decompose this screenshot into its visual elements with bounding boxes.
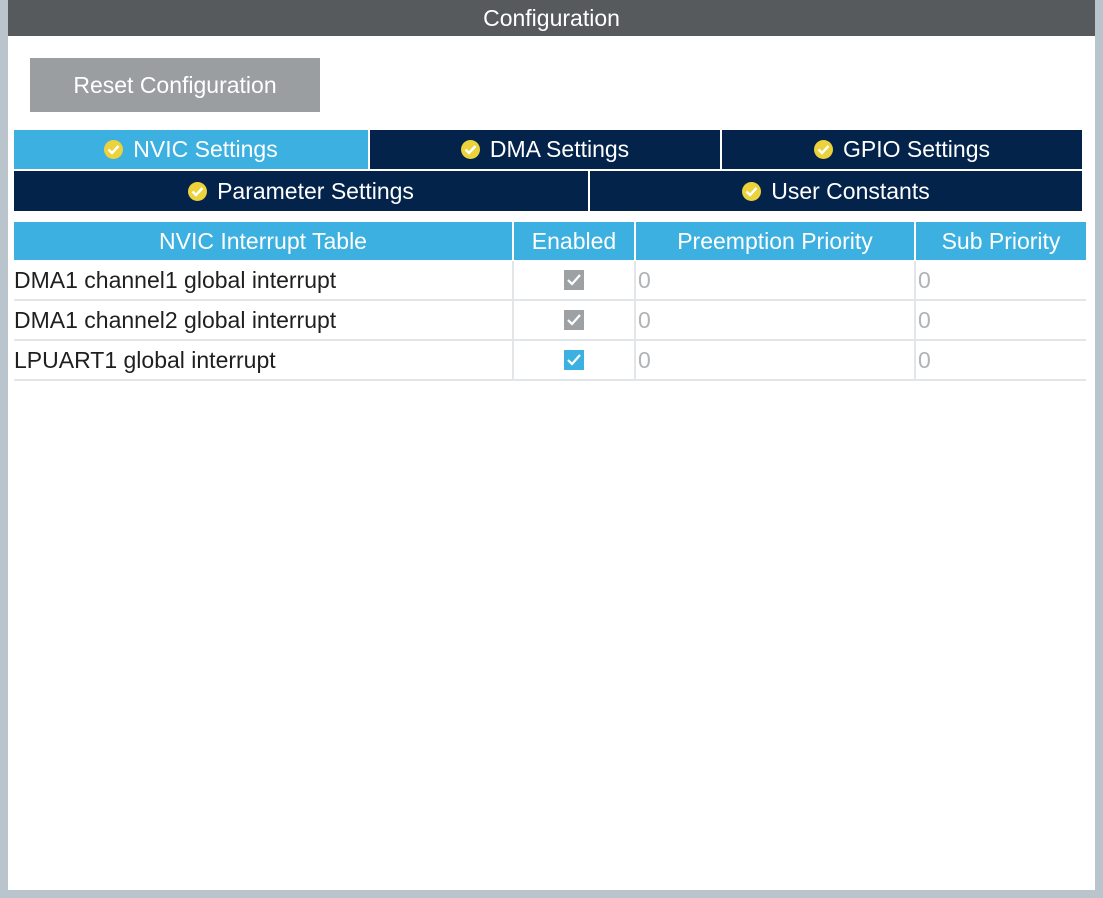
preemption-priority-value[interactable]: 0 bbox=[636, 261, 916, 299]
interrupt-name: DMA1 channel1 global interrupt bbox=[14, 261, 514, 299]
check-circle-icon bbox=[188, 181, 208, 201]
tab-dma-settings[interactable]: DMA Settings bbox=[370, 130, 722, 169]
interrupt-name: DMA1 channel2 global interrupt bbox=[14, 301, 514, 339]
interrupt-name: LPUART1 global interrupt bbox=[14, 341, 514, 379]
check-circle-icon bbox=[104, 140, 124, 159]
column-header-interrupt[interactable]: NVIC Interrupt Table bbox=[14, 222, 514, 260]
enabled-cell bbox=[514, 301, 636, 339]
configuration-panel: Configuration Reset Configuration NVIC S… bbox=[8, 0, 1095, 890]
tab-gpio-settings[interactable]: GPIO Settings bbox=[722, 130, 1082, 169]
check-circle-icon bbox=[742, 181, 762, 201]
preemption-priority-value[interactable]: 0 bbox=[636, 341, 916, 379]
sub-priority-value[interactable]: 0 bbox=[916, 341, 1086, 379]
tab-label: DMA Settings bbox=[489, 136, 630, 162]
tab-label: User Constants bbox=[771, 177, 930, 204]
tab-nvic-settings[interactable]: NVIC Settings bbox=[14, 130, 370, 169]
table-body: DMA1 channel1 global interrupt 0 0 DMA1 … bbox=[14, 261, 1086, 381]
tab-label: Parameter Settings bbox=[217, 177, 414, 204]
panel-title: Configuration bbox=[8, 0, 1095, 36]
sub-priority-value[interactable]: 0 bbox=[916, 261, 1086, 299]
tab-parameter-settings[interactable]: Parameter Settings bbox=[14, 171, 590, 211]
table-row[interactable]: LPUART1 global interrupt 0 0 bbox=[14, 341, 1086, 381]
sub-priority-value[interactable]: 0 bbox=[916, 301, 1086, 339]
tab-user-constants[interactable]: User Constants bbox=[590, 171, 1082, 211]
enabled-checkbox[interactable] bbox=[564, 350, 584, 370]
reset-configuration-button[interactable]: Reset Configuration bbox=[30, 58, 320, 112]
enabled-checkbox[interactable] bbox=[564, 310, 584, 330]
check-circle-icon bbox=[460, 140, 480, 159]
column-header-preemption-priority[interactable]: Preemption Priority bbox=[636, 222, 916, 260]
check-circle-icon bbox=[813, 140, 833, 159]
enabled-cell bbox=[514, 341, 636, 379]
preemption-priority-value[interactable]: 0 bbox=[636, 301, 916, 339]
tab-row-2: Parameter Settings User Constants bbox=[14, 171, 1082, 211]
table-row[interactable]: DMA1 channel1 global interrupt 0 0 bbox=[14, 261, 1086, 301]
table-header: NVIC Interrupt Table Enabled Preemption … bbox=[14, 222, 1086, 260]
enabled-cell bbox=[514, 261, 636, 299]
column-header-enabled[interactable]: Enabled bbox=[514, 222, 636, 260]
tab-label: GPIO Settings bbox=[842, 136, 990, 162]
table-row[interactable]: DMA1 channel2 global interrupt 0 0 bbox=[14, 301, 1086, 341]
enabled-checkbox[interactable] bbox=[564, 270, 584, 290]
column-header-sub-priority[interactable]: Sub Priority bbox=[916, 222, 1086, 260]
tab-row-1: NVIC Settings DMA Settings GPIO Settings bbox=[14, 130, 1082, 169]
tab-label: NVIC Settings bbox=[133, 136, 278, 162]
